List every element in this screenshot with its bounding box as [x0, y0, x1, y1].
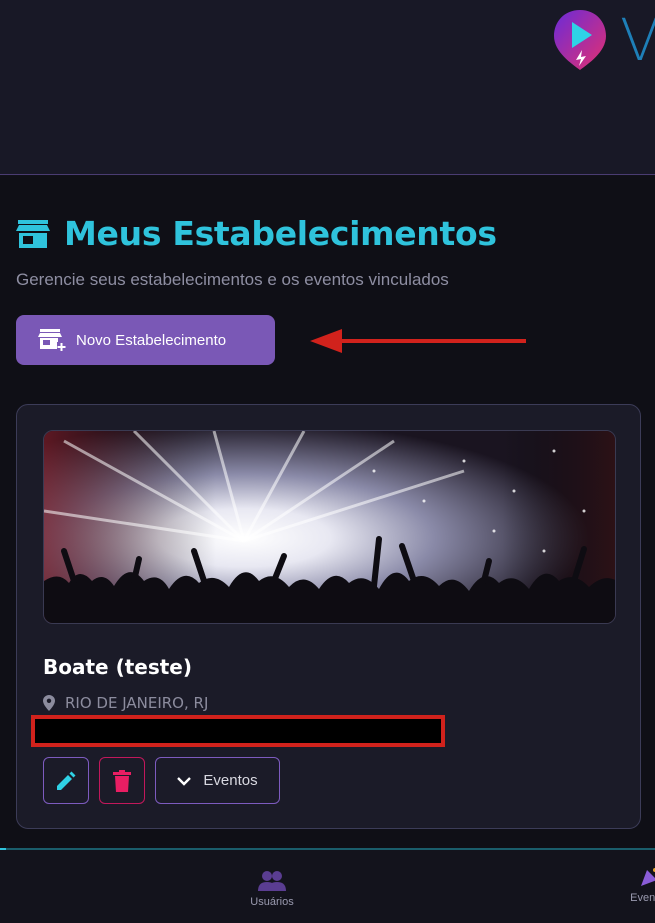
- trash-icon: [113, 769, 131, 792]
- store-icon: [16, 219, 50, 248]
- nav-item-events[interactable]: Eventos: [630, 866, 655, 904]
- establishment-location: RIO DE JANEIRO, RJ: [43, 694, 208, 712]
- nav-events-label: Eventos: [630, 892, 655, 904]
- main-content: Meus Estabelecimentos Gerencie seus esta…: [0, 176, 655, 848]
- app-logo-text[interactable]: V: [620, 6, 655, 74]
- annotation-arrow: [310, 329, 526, 353]
- map-pin-icon: [43, 695, 55, 711]
- location-text: RIO DE JANEIRO, RJ: [65, 694, 209, 712]
- card-actions: Eventos: [43, 757, 280, 804]
- nav-item-users[interactable]: Usuários: [240, 870, 304, 908]
- pencil-icon: [57, 771, 76, 790]
- establishment-name: Boate (teste): [43, 655, 193, 679]
- redacted-field: [31, 715, 445, 747]
- play-pin-logo-icon[interactable]: [552, 8, 608, 72]
- events-dropdown-button[interactable]: Eventos: [155, 757, 280, 804]
- users-icon: [258, 871, 286, 891]
- events-dropdown-label: Eventos: [203, 772, 258, 789]
- delete-button[interactable]: [99, 757, 145, 804]
- page-title-text: Meus Estabelecimentos: [64, 214, 497, 253]
- party-icon: [641, 868, 655, 886]
- new-establishment-label: Novo Estabelecimento: [76, 331, 227, 349]
- establishment-card: Boate (teste) RIO DE JANEIRO, RJ Eventos: [16, 404, 641, 829]
- top-header: V: [0, 0, 655, 175]
- edit-button[interactable]: [43, 757, 89, 804]
- nav-users-label: Usuários: [250, 896, 294, 908]
- chevron-down-icon: [177, 776, 192, 786]
- store-add-icon: [38, 329, 66, 351]
- concert-crowd-photo: [43, 430, 616, 624]
- page-title: Meus Estabelecimentos: [16, 214, 497, 253]
- page-subtitle: Gerencie seus estabelecimentos e os even…: [16, 270, 449, 289]
- new-establishment-button[interactable]: Novo Estabelecimento: [16, 315, 275, 365]
- bottom-navigation: Usuários Eventos: [0, 850, 655, 923]
